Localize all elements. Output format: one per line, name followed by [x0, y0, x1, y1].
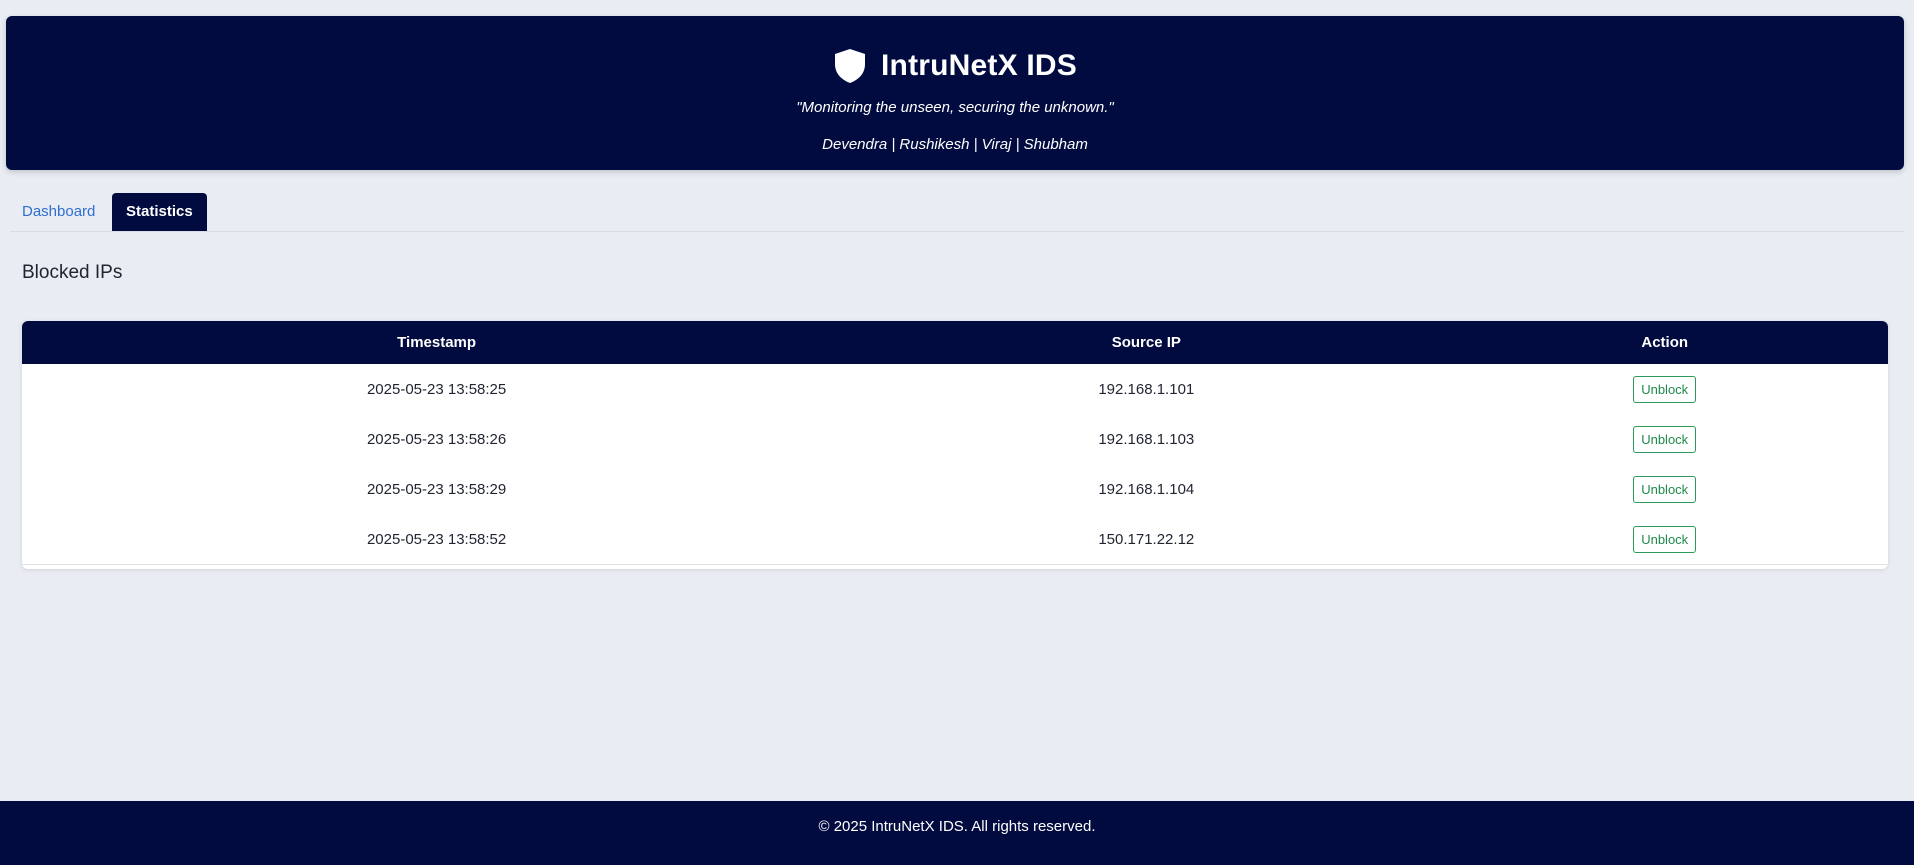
source-ip-cell: 192.168.1.101: [1098, 380, 1195, 398]
unblock-button[interactable]: Unblock: [1633, 525, 1697, 553]
tab-bar: Dashboard Statistics: [10, 193, 1904, 232]
app-header: IntruNetX IDS "Monitoring the unseen, se…: [6, 16, 1904, 170]
team-members: Devendra | Rushikesh | Viraj | Shubham: [822, 136, 1088, 153]
table-row: 2025-05-23 13:58:26 192.168.1.103 Unbloc…: [22, 414, 1888, 464]
page: IntruNetX IDS "Monitoring the unseen, se…: [0, 0, 1914, 865]
shield-icon: [833, 48, 867, 84]
timestamp-cell: 2025-05-23 13:58:26: [366, 430, 507, 448]
title-row: IntruNetX IDS: [6, 48, 1904, 84]
blocked-ips-table-container: Timestamp Source IP Action 2025-05-23 13…: [22, 321, 1888, 569]
footer-copyright: © 2025 IntruNetX IDS. All rights reserve…: [818, 818, 1096, 835]
column-header-timestamp: Timestamp: [397, 334, 477, 351]
action-cell: Unblock: [1441, 464, 1888, 514]
action-cell: Unblock: [1441, 414, 1888, 464]
source-ip-cell: 150.171.22.12: [851, 514, 1442, 565]
source-ip-cell: 192.168.1.104: [1098, 480, 1195, 498]
table-row: 2025-05-23 13:58:52 150.171.22.12 Unbloc…: [22, 514, 1888, 565]
app-title: IntruNetX IDS: [881, 49, 1077, 82]
section-title: Blocked IPs: [22, 262, 123, 283]
column-header-source-ip: Source IP: [1111, 334, 1181, 351]
action-cell: Unblock: [1441, 514, 1888, 565]
tagline: "Monitoring the unseen, securing the unk…: [796, 99, 1114, 116]
table-header-row: Timestamp Source IP Action: [22, 321, 1888, 364]
unblock-button[interactable]: Unblock: [1633, 375, 1697, 403]
tab-statistics[interactable]: Statistics: [112, 193, 207, 231]
table-row: 2025-05-23 13:58:29 192.168.1.104 Unbloc…: [22, 464, 1888, 514]
unblock-button[interactable]: Unblock: [1633, 425, 1697, 453]
footer: © 2025 IntruNetX IDS. All rights reserve…: [0, 801, 1914, 865]
source-ip-cell: 192.168.1.103: [1098, 430, 1195, 448]
tab-dashboard[interactable]: Dashboard: [10, 193, 107, 231]
timestamp-cell: 2025-05-23 13:58:25: [366, 380, 507, 398]
timestamp-cell: 2025-05-23 13:58:29: [366, 480, 507, 498]
column-header-action: Action: [1641, 334, 1689, 351]
blocked-ips-table: Timestamp Source IP Action 2025-05-23 13…: [22, 321, 1888, 565]
table-row: 2025-05-23 13:58:25 192.168.1.101 Unbloc…: [22, 364, 1888, 414]
action-cell: Unblock: [1441, 364, 1888, 414]
timestamp-cell: 2025-05-23 13:58:52: [22, 514, 852, 565]
unblock-button[interactable]: Unblock: [1633, 475, 1697, 503]
